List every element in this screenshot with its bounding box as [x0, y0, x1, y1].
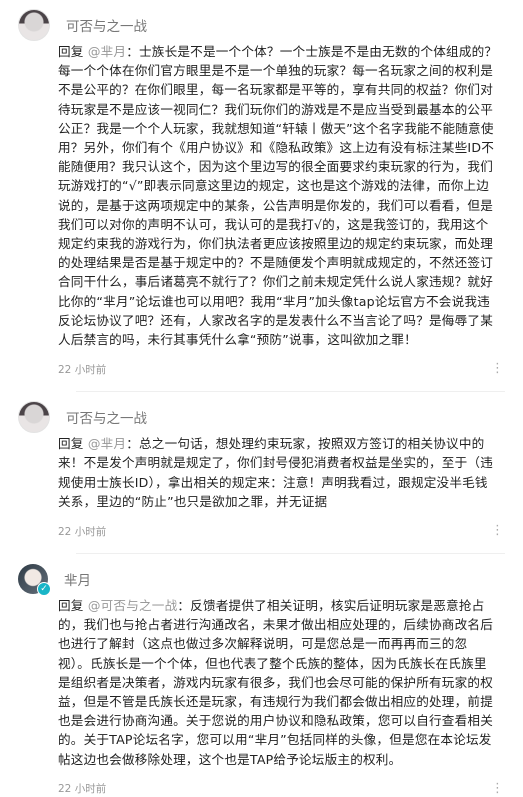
comment-meta: 22 小时前 ⋮: [58, 781, 505, 797]
comment-header: 可否与之一战: [18, 401, 505, 434]
mention-link[interactable]: @芈月: [88, 436, 126, 451]
username[interactable]: 可否与之一战: [66, 15, 147, 35]
comment-item: 可否与之一战 回复 @芈月：士族长是不是一个个体？一个士族是不是由无数的个体组成…: [0, 0, 523, 393]
more-options-icon[interactable]: ⋮: [491, 362, 505, 375]
comment-text: ：反馈者提供了相关证明，核实后证明玩家是恶意抢占的，我们也与抢占者进行沟通改名，…: [58, 598, 493, 767]
comment-header: ✓ 芈月: [18, 564, 505, 597]
reply-label: 回复: [58, 44, 84, 59]
username[interactable]: 芈月: [64, 569, 91, 589]
more-options-icon[interactable]: ⋮: [491, 524, 505, 537]
comment-header: 可否与之一战: [18, 9, 505, 41]
comment-body: 回复 @芈月：总之一句话，想处理约束玩家，按照双方签订的相关协议中的来！不是发个…: [58, 434, 499, 511]
comment-meta: 22 小时前 ⋮: [58, 361, 505, 377]
comment-body: 回复 @芈月：士族长是不是一个个体？一个士族是不是由无数的个体组成的？每一个个体…: [58, 42, 499, 349]
timestamp: 22 小时前: [58, 525, 107, 538]
username[interactable]: 可否与之一战: [66, 407, 147, 427]
reply-label: 回复: [58, 598, 84, 614]
timestamp: 22 小时前: [58, 363, 107, 376]
verified-badge-icon: ✓: [37, 582, 51, 597]
comment-meta: 22 小时前 ⋮: [58, 523, 505, 539]
comment-item: ✓ 芈月 回复 @可否与之一战：反馈者提供了相关证明，核实后证明玩家是恶意抢占的…: [0, 554, 523, 797]
avatar[interactable]: [18, 401, 50, 434]
mention-link[interactable]: @芈月: [88, 44, 126, 59]
avatar[interactable]: [18, 9, 50, 41]
timestamp: 22 小时前: [58, 783, 107, 796]
more-options-icon[interactable]: ⋮: [491, 782, 505, 795]
mention-link[interactable]: @可否与之一战: [88, 598, 178, 613]
comment-text: ：士族长是不是一个个体？一个士族是不是由无数的个体组成的？每一个个体在你们官方眼…: [58, 44, 498, 348]
comment-item: 可否与之一战 回复 @芈月：总之一句话，想处理约束玩家，按照双方签订的相关协议中…: [0, 392, 523, 555]
reply-label: 回复: [58, 436, 84, 452]
comment-body: 回复 @可否与之一战：反馈者提供了相关证明，核实后证明玩家是恶意抢占的，我们也与…: [58, 596, 499, 769]
